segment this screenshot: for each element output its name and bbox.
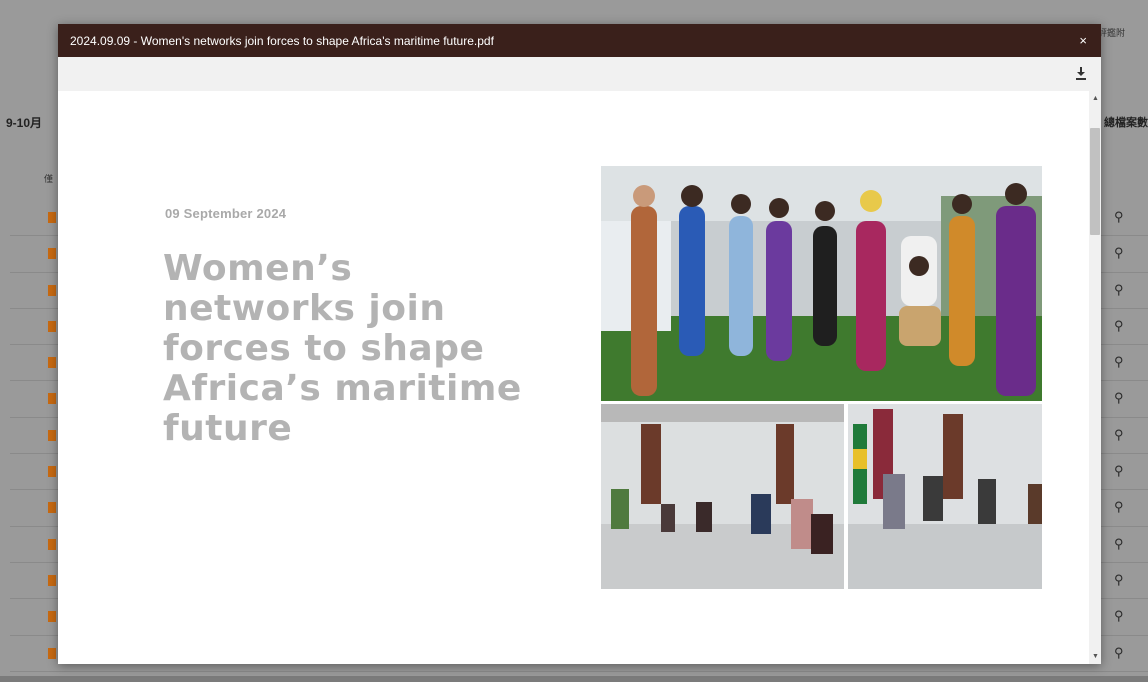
search-icon[interactable]: ⚲: [1114, 318, 1124, 334]
headline-line: forces to shape: [163, 328, 485, 369]
modal-title: 2024.09.09 - Women's networks join force…: [70, 33, 494, 48]
search-icon[interactable]: ⚲: [1114, 209, 1124, 225]
pdf-preview-modal: 2024.09.09 - Women's networks join force…: [58, 24, 1101, 664]
viewer-scrollbar[interactable]: ▲ ▼: [1089, 91, 1101, 664]
file-icon: [48, 466, 56, 478]
file-icon: [48, 429, 56, 441]
headline-line: future: [163, 408, 293, 449]
file-icon: [48, 320, 56, 332]
meeting-photo-right: [848, 404, 1042, 589]
group-photo: [601, 166, 1042, 401]
headline-line: Africa’s maritime: [163, 368, 522, 409]
file-icon: [48, 393, 56, 405]
background-top-right-text: 評鑑附: [1098, 28, 1126, 38]
download-icon[interactable]: [1075, 66, 1087, 80]
file-icon: [48, 212, 56, 223]
scrollbar-thumb[interactable]: [1090, 128, 1100, 235]
search-icon[interactable]: ⚲: [1114, 608, 1124, 624]
background-bottom-bar: [0, 676, 1148, 682]
background-period-label: 9-10月: [6, 116, 43, 130]
file-icon: [48, 502, 56, 514]
meeting-photo-left: [601, 404, 844, 589]
search-icon[interactable]: ⚲: [1114, 645, 1124, 661]
modal-header: 2024.09.09 - Women's networks join force…: [58, 24, 1101, 57]
file-icon: [48, 574, 56, 586]
file-icon: [48, 357, 56, 369]
background-total-files-label: 總檔案數: [1104, 117, 1148, 129]
document-headline: Women’s networks join forces to shape Af…: [163, 249, 583, 449]
search-icon[interactable]: ⚲: [1114, 463, 1124, 479]
headline-line: networks join: [163, 288, 446, 329]
search-icon[interactable]: ⚲: [1114, 282, 1124, 298]
close-button[interactable]: ×: [1079, 33, 1087, 48]
file-icon: [48, 611, 56, 623]
search-icon[interactable]: ⚲: [1114, 499, 1124, 515]
search-icon[interactable]: ⚲: [1114, 572, 1124, 588]
scroll-down-arrow-icon[interactable]: ▼: [1092, 653, 1099, 660]
file-icon: [48, 647, 56, 659]
search-icon[interactable]: ⚲: [1114, 390, 1124, 406]
headline-line: Women’s: [163, 248, 353, 289]
file-icon: [48, 538, 56, 550]
search-icon[interactable]: ⚲: [1114, 354, 1124, 370]
search-icon[interactable]: ⚲: [1114, 245, 1124, 261]
file-icon: [48, 248, 56, 260]
viewer-toolbar: [58, 57, 1101, 91]
background-column-header: 僅: [44, 174, 54, 184]
document-date: 09 September 2024: [165, 206, 287, 221]
scroll-up-arrow-icon[interactable]: ▲: [1092, 95, 1099, 102]
file-icon: [48, 284, 56, 296]
search-icon[interactable]: ⚲: [1114, 427, 1124, 443]
search-icon[interactable]: ⚲: [1114, 536, 1124, 552]
pdf-viewer: 09 September 2024 Women’s networks join …: [58, 91, 1101, 664]
